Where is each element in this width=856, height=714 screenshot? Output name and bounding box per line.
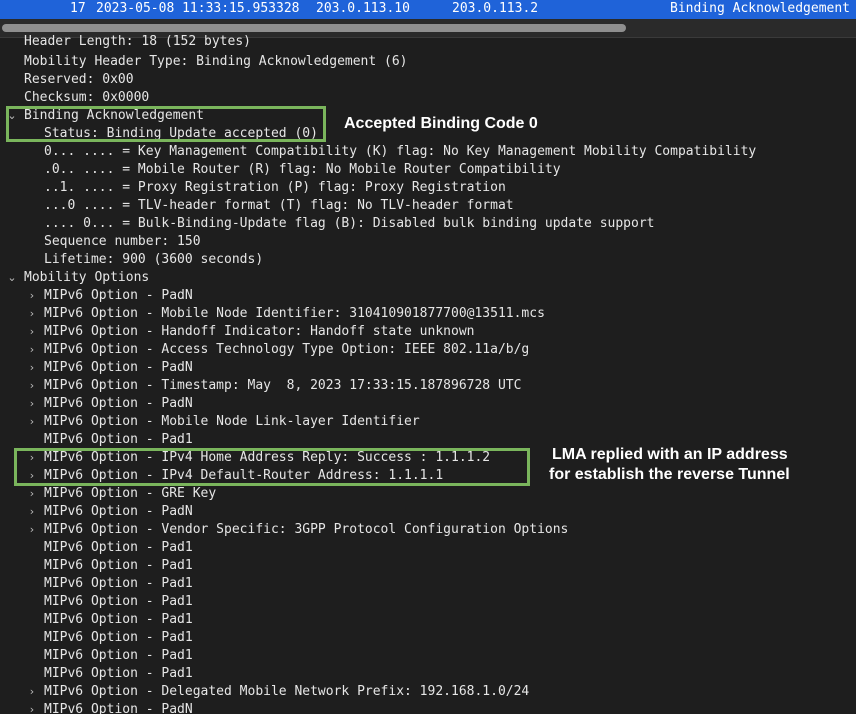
selected-packet-row[interactable]: 17 2023-05-08 11:33:15.953328 203.0.113.…	[0, 0, 856, 19]
binding-ack-highlight-box	[6, 106, 326, 142]
tree-item[interactable]: › MIPv6 Option - Access Technology Type O…	[0, 341, 856, 359]
tree-item[interactable]: 0... .... = Key Management Compatibility…	[0, 143, 856, 161]
tree-item-label: MIPv6 Option - PadN	[44, 396, 193, 411]
tree-item-label: MIPv6 Option - Vendor Specific: 3GPP Pro…	[44, 522, 569, 537]
collapse-arrow-icon[interactable]: ›	[26, 683, 38, 701]
tree-item-label: MIPv6 Option - Mobile Node Link-layer Id…	[44, 414, 420, 429]
tree-item[interactable]: .... 0... = Bulk-Binding-Update flag (B)…	[0, 215, 856, 233]
tree-item-label: MIPv6 Option - Pad1	[44, 558, 193, 573]
tree-item[interactable]: MIPv6 Option - Pad1	[0, 611, 856, 629]
tree-item-label: MIPv6 Option - PadN	[44, 360, 193, 375]
tree-item[interactable]: MIPv6 Option - Pad1	[0, 647, 856, 665]
tree-item[interactable]: › MIPv6 Option - PadN	[0, 287, 856, 305]
tree-item[interactable]: › MIPv6 Option - Vendor Specific: 3GPP Pr…	[0, 521, 856, 539]
tree-item-label: .... 0... = Bulk-Binding-Update flag (B)…	[44, 216, 655, 231]
tree-item-label: 0... .... = Key Management Compatibility…	[44, 144, 757, 159]
collapse-arrow-icon[interactable]: ›	[26, 341, 38, 359]
tree-item-label: MIPv6 Option - Pad1	[44, 432, 193, 447]
tree-item[interactable]: Checksum: 0x0000	[0, 89, 856, 107]
tree-item-label: Sequence number: 150	[44, 234, 201, 249]
tree-item[interactable]: › MIPv6 Option - PadN	[0, 359, 856, 377]
tree-item-label: MIPv6 Option - Access Technology Type Op…	[44, 342, 530, 357]
collapse-arrow-icon[interactable]: ›	[26, 701, 38, 714]
collapse-arrow-icon[interactable]: ›	[26, 287, 38, 305]
expand-arrow-icon[interactable]: ⌄	[6, 269, 18, 287]
collapse-arrow-icon[interactable]: ›	[26, 521, 38, 539]
tree-item-label: Lifetime: 900 (3600 seconds)	[44, 252, 264, 267]
packet-destination: 203.0.113.2	[452, 1, 539, 16]
packet-source: 203.0.113.10	[316, 1, 410, 16]
tree-item-label: MIPv6 Option - Pad1	[44, 612, 193, 627]
tree-item-label: Reserved: 0x00	[24, 72, 134, 87]
collapse-arrow-icon[interactable]: ›	[26, 413, 38, 431]
collapse-arrow-icon[interactable]: ›	[26, 305, 38, 323]
tree-item-label: MIPv6 Option - Handoff Indicator: Handof…	[44, 324, 475, 339]
tree-item[interactable]: MIPv6 Option - Pad1	[0, 539, 856, 557]
tree-item-label: MIPv6 Option - Pad1	[44, 540, 193, 555]
tree-item-label: Checksum: 0x0000	[24, 90, 150, 105]
tree-item-label: MIPv6 Option - Pad1	[44, 576, 193, 591]
lma-annotation-line2: for establish the reverse Tunnel	[549, 466, 790, 483]
tree-item-label: MIPv6 Option - Delegated Mobile Network …	[44, 684, 530, 699]
tree-item-label: .0.. .... = Mobile Router (R) flag: No M…	[44, 162, 561, 177]
tree-item-label: MIPv6 Option - PadN	[44, 702, 193, 714]
tree-item-label: MIPv6 Option - Pad1	[44, 648, 193, 663]
collapse-arrow-icon[interactable]: ›	[26, 503, 38, 521]
tree-item-label: ..1. .... = Proxy Registration (P) flag:…	[44, 180, 506, 195]
tree-item[interactable]: Reserved: 0x00	[0, 71, 856, 89]
tree-item[interactable]: Header Length: 18 (152 bytes)	[0, 35, 856, 51]
scrollbar-thumb[interactable]	[2, 24, 626, 32]
tree-item[interactable]: ..1. .... = Proxy Registration (P) flag:…	[0, 179, 856, 197]
tree-item[interactable]: MIPv6 Option - Pad1	[0, 629, 856, 647]
collapse-arrow-icon[interactable]: ›	[26, 359, 38, 377]
tree-item[interactable]: MIPv6 Option - Pad1	[0, 557, 856, 575]
packet-time: 2023-05-08 11:33:15.953328	[96, 1, 300, 16]
binding-annotation: Accepted Binding Code 0	[344, 115, 538, 132]
tree-item-label: MIPv6 Option - PadN	[44, 288, 193, 303]
tree-item[interactable]: MIPv6 Option - Pad1	[0, 575, 856, 593]
tree-item-label: MIPv6 Option - GRE Key	[44, 486, 217, 501]
tree-item[interactable]: › MIPv6 Option - GRE Key	[0, 485, 856, 503]
tree-item-label: MIPv6 Option - Pad1	[44, 630, 193, 645]
tree-item[interactable]: › MIPv6 Option - PadN	[0, 395, 856, 413]
tree-item[interactable]: › MIPv6 Option - Mobile Node Link-layer I…	[0, 413, 856, 431]
tree-item-label: ...0 .... = TLV-header format (T) flag: …	[44, 198, 514, 213]
tree-item[interactable]: Mobility Header Type: Binding Acknowledg…	[0, 53, 856, 71]
tree-item-label: MIPv6 Option - Pad1	[44, 594, 193, 609]
tree-item[interactable]: › MIPv6 Option - Delegated Mobile Network…	[0, 683, 856, 701]
collapse-arrow-icon[interactable]: ›	[26, 395, 38, 413]
tree-item[interactable]: ⌄ Mobility Options	[0, 269, 856, 287]
tree-item[interactable]: › MIPv6 Option - PadN	[0, 503, 856, 521]
collapse-arrow-icon[interactable]: ›	[26, 377, 38, 395]
tree-item[interactable]: MIPv6 Option - Pad1	[0, 665, 856, 683]
tree-item[interactable]: Lifetime: 900 (3600 seconds)	[0, 251, 856, 269]
tree-item[interactable]: › MIPv6 Option - Handoff Indicator: Hando…	[0, 323, 856, 341]
tree-item[interactable]: MIPv6 Option - Pad1	[0, 593, 856, 611]
packet-number: 17	[70, 1, 86, 16]
tree-item[interactable]: › MIPv6 Option - Timestamp: May 8, 2023 1…	[0, 377, 856, 395]
packet-info: Binding Acknowledgement	[670, 1, 851, 16]
tree-item[interactable]: .0.. .... = Mobile Router (R) flag: No M…	[0, 161, 856, 179]
tree-item-label: MIPv6 Option - Timestamp: May 8, 2023 17…	[44, 378, 522, 393]
ipv4-address-highlight-box	[14, 448, 530, 486]
lma-annotation-line1: LMA replied with an IP address	[552, 446, 788, 463]
tree-item[interactable]: ...0 .... = TLV-header format (T) flag: …	[0, 197, 856, 215]
tree-item-label: MIPv6 Option - PadN	[44, 504, 193, 519]
tree-item[interactable]: › MIPv6 Option - PadN	[0, 701, 856, 714]
tree-item-label: MIPv6 Option - Pad1	[44, 666, 193, 681]
collapse-arrow-icon[interactable]: ›	[26, 323, 38, 341]
tree-item-label: MIPv6 Option - Mobile Node Identifier: 3…	[44, 306, 545, 321]
tree-item-label: Header Length: 18 (152 bytes)	[24, 35, 251, 49]
tree-item-label: Mobility Options	[24, 270, 150, 285]
tree-item[interactable]: › MIPv6 Option - Mobile Node Identifier: …	[0, 305, 856, 323]
tree-item[interactable]: Sequence number: 150	[0, 233, 856, 251]
tree-item-label: Mobility Header Type: Binding Acknowledg…	[24, 54, 408, 69]
collapse-arrow-icon[interactable]: ›	[26, 485, 38, 503]
